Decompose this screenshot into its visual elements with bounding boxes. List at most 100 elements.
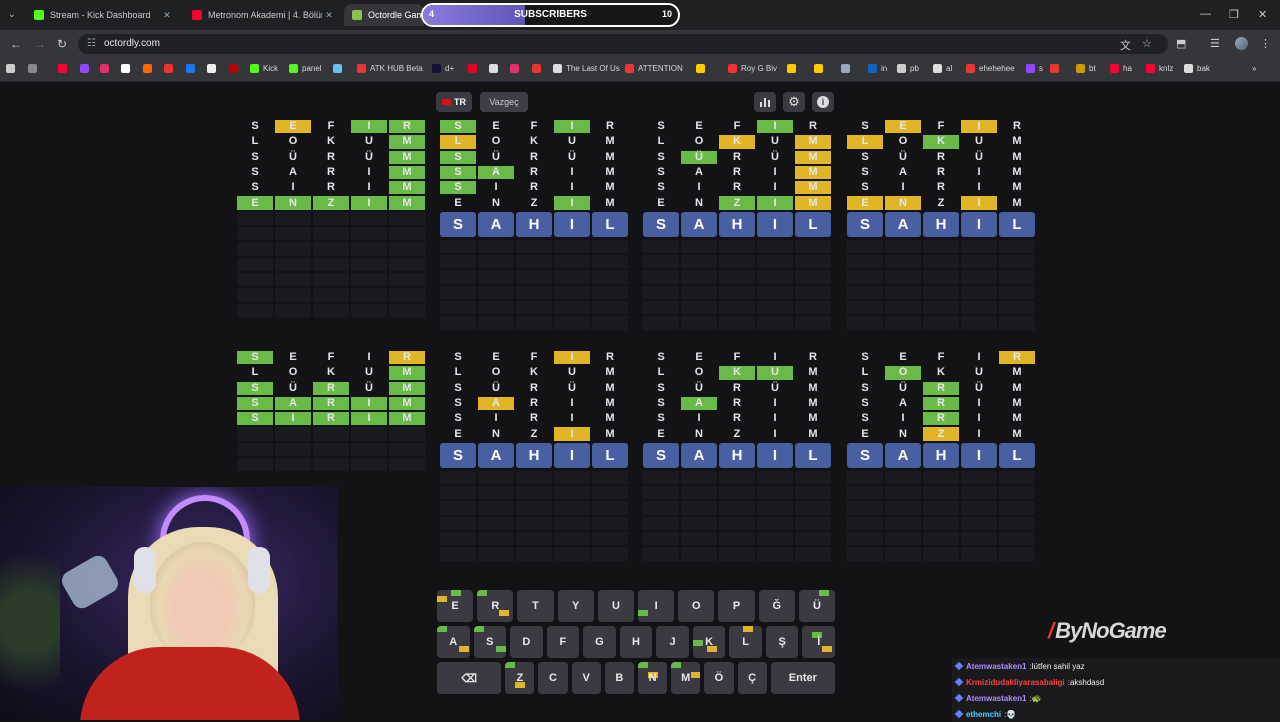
bookmark-icon[interactable] bbox=[814, 64, 827, 73]
bookmark-icon[interactable] bbox=[164, 64, 177, 73]
window-close-icon[interactable]: ✕ bbox=[1258, 8, 1267, 21]
key-o[interactable]: O bbox=[678, 590, 715, 622]
bookmark-kick[interactable]: Kick bbox=[250, 64, 278, 73]
settings-button[interactable]: ⚙ bbox=[783, 92, 805, 112]
bookmark-disney[interactable]: d+ bbox=[432, 64, 454, 73]
forward-icon[interactable]: → bbox=[34, 37, 46, 51]
bookmark-knlz[interactable]: knlz bbox=[1146, 64, 1173, 73]
bookmark-icon[interactable] bbox=[143, 64, 156, 73]
key-s[interactable]: S bbox=[473, 626, 507, 658]
key-k[interactable]: K bbox=[692, 626, 726, 658]
youtube-bookmark-icon[interactable] bbox=[58, 64, 71, 73]
site-info-icon[interactable]: ☷ bbox=[87, 38, 96, 49]
bookmark-icon[interactable] bbox=[1050, 64, 1063, 73]
twitch-bookmark-icon[interactable] bbox=[80, 64, 93, 73]
bookmark-the-last-of-us[interactable]: The Last Of Us bbox=[553, 64, 620, 73]
key-p[interactable]: P bbox=[718, 590, 755, 622]
key-n[interactable]: N bbox=[637, 662, 668, 694]
key-c[interactable]: C bbox=[538, 662, 568, 694]
key-ğ[interactable]: Ğ bbox=[758, 590, 795, 622]
key-i[interactable]: I bbox=[638, 590, 675, 622]
backspace-key[interactable]: ⌫ bbox=[437, 662, 502, 694]
key-u[interactable]: U bbox=[597, 590, 635, 622]
empty-tile bbox=[681, 316, 717, 330]
reload-icon[interactable]: ↻ bbox=[57, 37, 67, 51]
key-y[interactable]: Y bbox=[557, 590, 594, 622]
bookmark-icon[interactable] bbox=[787, 64, 800, 73]
facebook-bookmark-icon[interactable] bbox=[186, 64, 199, 73]
grid-icon[interactable] bbox=[28, 64, 41, 73]
pinterest-bookmark-icon[interactable] bbox=[468, 64, 481, 73]
key-l[interactable]: L bbox=[729, 626, 762, 658]
guess-row: SARIM bbox=[643, 165, 833, 180]
snap-bookmark-icon[interactable] bbox=[121, 64, 134, 73]
steam-bookmark-icon[interactable] bbox=[333, 64, 346, 73]
give-up-button[interactable]: Vazgeç bbox=[480, 92, 528, 112]
bookmark-bt[interactable]: bt bbox=[1076, 64, 1096, 73]
bookmark-ha[interactable]: ha bbox=[1110, 64, 1132, 73]
tab-octordle[interactable]: Octordle Game bbox=[344, 4, 424, 26]
stats-button[interactable] bbox=[754, 92, 776, 112]
key-b[interactable]: B bbox=[604, 662, 634, 694]
profile-avatar[interactable] bbox=[1235, 37, 1248, 50]
apps-icon[interactable] bbox=[6, 64, 19, 73]
letter-tile: U bbox=[975, 366, 983, 379]
key-label: F bbox=[559, 636, 567, 648]
key-ş[interactable]: Ş bbox=[765, 626, 799, 658]
key-a[interactable]: A bbox=[437, 626, 470, 658]
close-icon[interactable]: ✕ bbox=[322, 10, 336, 21]
bookmark-s[interactable]: s bbox=[1026, 64, 1043, 73]
solved-letter-tile: L bbox=[795, 442, 831, 468]
maximize-icon[interactable]: ❐ bbox=[1229, 8, 1239, 21]
bookmark-attention[interactable]: ATTENTION bbox=[625, 64, 683, 73]
key-f[interactable]: F bbox=[546, 626, 580, 658]
bookmark-star-icon[interactable]: ☆ bbox=[1142, 37, 1152, 50]
key-ç[interactable]: Ç bbox=[737, 662, 767, 694]
info-button[interactable]: i bbox=[812, 92, 834, 112]
key-m[interactable]: M bbox=[671, 662, 701, 694]
bookmark-icon[interactable] bbox=[489, 64, 502, 73]
bookmark-panel[interactable]: panel bbox=[289, 64, 322, 73]
key-j[interactable]: J bbox=[656, 626, 689, 658]
bookmark-al[interactable]: al bbox=[933, 64, 952, 73]
key-ö[interactable]: Ö bbox=[704, 662, 734, 694]
bookmark-icon[interactable] bbox=[532, 64, 545, 73]
bookmark-linkedin[interactable]: in bbox=[868, 64, 887, 73]
key-v[interactable]: V bbox=[571, 662, 601, 694]
key-t[interactable]: T bbox=[517, 590, 554, 622]
key-h[interactable]: H bbox=[619, 626, 653, 658]
key-r[interactable]: R bbox=[477, 590, 514, 622]
translate-icon[interactable]: 文 bbox=[1120, 37, 1131, 53]
key-g[interactable]: G bbox=[583, 626, 616, 658]
key-d[interactable]: D bbox=[510, 626, 543, 658]
minimize-icon[interactable]: — bbox=[1200, 8, 1211, 20]
tab-metronom[interactable]: Metronom Akademi | 4. Bölüm ✕ bbox=[184, 4, 342, 26]
bookmark-bak[interactable]: bak bbox=[1184, 64, 1210, 73]
bookmark-icon[interactable] bbox=[696, 64, 709, 73]
tab-kick-dashboard[interactable]: Stream - Kick Dashboard ✕ bbox=[26, 4, 180, 26]
menu-icon[interactable]: ⋮ bbox=[1260, 37, 1271, 50]
back-icon[interactable]: ← bbox=[10, 37, 22, 51]
bookmark-icon[interactable] bbox=[229, 64, 242, 73]
bookmark-atk-hub[interactable]: ATK HUB Beta bbox=[357, 64, 423, 73]
url-field[interactable]: ☷ octordly.com bbox=[78, 34, 1168, 54]
key-e[interactable]: E bbox=[437, 590, 474, 622]
media-icon[interactable]: ☰ bbox=[1210, 37, 1220, 50]
instagram-bookmark-icon[interactable] bbox=[100, 64, 113, 73]
enter-key[interactable]: Enter bbox=[770, 662, 835, 694]
bookmark-icon[interactable] bbox=[841, 64, 854, 73]
bookmark-roy-g-biv[interactable]: Roy G Biv bbox=[728, 64, 777, 73]
bookmark-ehehehee[interactable]: ehehehee bbox=[966, 64, 1015, 73]
close-icon[interactable]: ✕ bbox=[160, 10, 174, 21]
key-i̇[interactable]: İ bbox=[802, 626, 836, 658]
tab-search-icon[interactable]: ⌄ bbox=[8, 9, 16, 20]
language-button[interactable]: TR bbox=[436, 92, 472, 112]
key-ü[interactable]: Ü bbox=[798, 590, 836, 622]
empty-tile bbox=[592, 270, 628, 284]
more-bookmarks-icon[interactable]: » bbox=[1252, 64, 1256, 73]
x-bookmark-icon[interactable] bbox=[207, 64, 220, 73]
instagram-bookmark-icon[interactable] bbox=[510, 64, 523, 73]
extensions-icon[interactable]: ⬒ bbox=[1176, 37, 1186, 50]
bookmark-pb[interactable]: pb bbox=[897, 64, 919, 73]
key-z[interactable]: Z bbox=[505, 662, 535, 694]
